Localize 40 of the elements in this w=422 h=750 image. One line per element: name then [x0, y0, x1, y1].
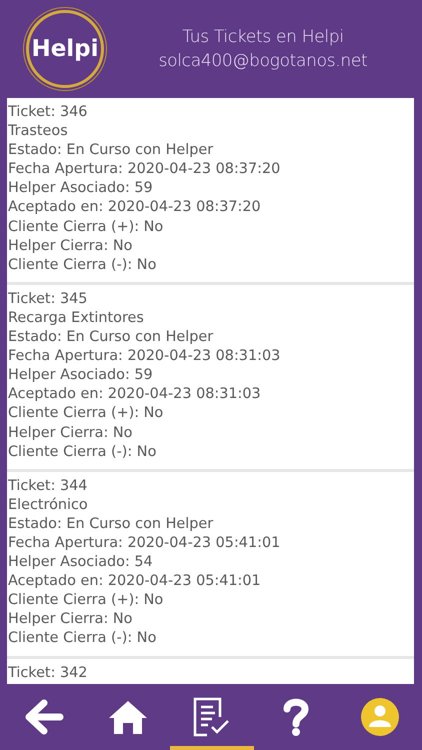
ticket-detail: Fecha Apertura: 2020-04-23 08:31:03: [8, 347, 282, 366]
ticket-detail: Estado: En Curso con Helper: [8, 514, 214, 534]
back-arrow-icon[interactable]: [24, 698, 64, 736]
ticket-detail: Aceptado en: 2020-04-23 08:37:20: [8, 198, 262, 218]
ticket-detail: Ticket: 344: [8, 476, 88, 496]
ticket-card[interactable]: [7, 98, 414, 282]
ticket-detail: Fecha Apertura: 2020-04-23 08:37:20: [8, 160, 282, 180]
home-icon[interactable]: [108, 699, 148, 735]
page-title: Tus Tickets en Helpi: [182, 26, 344, 49]
ticket-card[interactable]: [7, 472, 414, 656]
ticket-detail: Ticket: 345: [8, 290, 88, 309]
ticket-detail: Electrónico: [8, 496, 89, 515]
ticket-card[interactable]: Ticket: 342: [7, 658, 414, 684]
ticket-detail: Cliente Cierra (-): No: [8, 629, 158, 648]
ticket-detail: Ticket: 346: [8, 103, 88, 122]
ticket-detail: Aceptado en: 2020-04-23 05:41:01: [8, 572, 262, 592]
ticket-detail: Fecha Apertura: 2020-04-23 05:41:01: [8, 534, 282, 553]
ticket-detail: Helper Asociado: 59: [8, 179, 154, 198]
helpi-logo: Helpi: [26, 10, 104, 88]
ticket-detail: Cliente Cierra (+): No: [8, 218, 164, 237]
user-email: solca400@bogotanos.net: [158, 50, 368, 73]
ticket-detail: Helper Asociado: 59: [8, 366, 154, 386]
profile-icon[interactable]: [360, 697, 400, 737]
ticket-detail: Trasteos: [8, 122, 69, 142]
ticket-detail: Cliente Cierra (-): No: [8, 442, 158, 462]
ticket-card[interactable]: [7, 284, 414, 469]
ticket-detail: Helper Asociado: 54: [8, 553, 154, 572]
ticket-detail: Cliente Cierra (+): No: [8, 591, 164, 610]
ticket-detail: Estado: En Curso con Helper: [8, 141, 214, 160]
ticket-detail: Helper Cierra: No: [8, 610, 134, 630]
ticket-detail: Helper Cierra: No: [8, 236, 134, 256]
ticket-detail: Recarga Extintores: [8, 308, 145, 328]
checklist-icon[interactable]: [193, 697, 231, 737]
ticket-detail: Helper Cierra: No: [8, 424, 134, 442]
ticket-detail: Aceptado en: 2020-04-23 08:31:03: [8, 385, 262, 404]
ticket-detail: Cliente Cierra (+): No: [8, 404, 164, 424]
ticket-detail: Estado: En Curso con Helper: [8, 328, 214, 348]
ticket-detail: Ticket: 342: [8, 664, 88, 683]
ticket-detail: Cliente Cierra (-): No: [8, 256, 158, 275]
help-icon[interactable]: [283, 697, 309, 737]
